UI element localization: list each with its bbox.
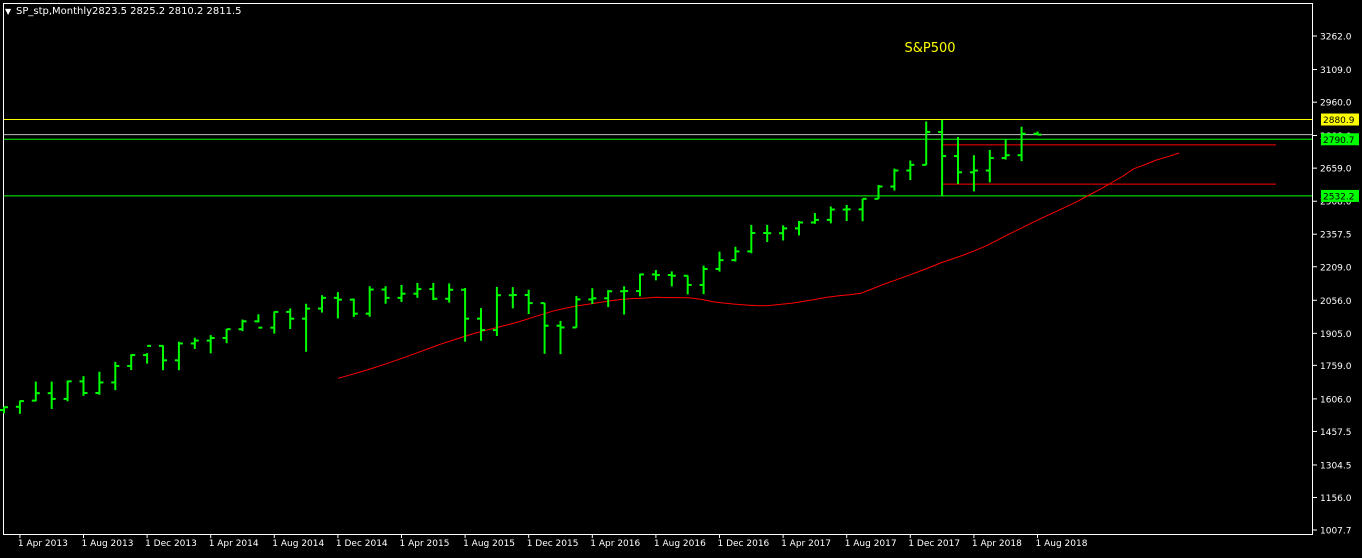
x-tick-label: 1 Apr 2013 [18,539,68,549]
y-tick-label: 2659.0 [1320,165,1352,175]
y-tick-label: 1156.0 [1320,494,1352,504]
x-tick-label: 1 Dec 2016 [718,539,770,549]
x-tick-label: 1 Aug 2015 [463,539,515,549]
x-tick-label: 1 Dec 2015 [527,539,579,549]
x-tick-label: 1 Apr 2015 [400,539,450,549]
x-tick-label: 1 Aug 2014 [272,539,324,549]
x-tick-label: 1 Apr 2018 [972,539,1022,549]
y-tick-label: 2056.0 [1320,297,1352,307]
y-tick-label: 1905.0 [1320,330,1352,340]
x-tick-label: 1 Aug 2016 [654,539,706,549]
y-tick-label: 2960.0 [1320,99,1352,109]
price-level-label: 2532.2 [1323,192,1355,202]
x-tick-label: 1 Apr 2017 [781,539,831,549]
ohlc-chart[interactable]: 3262.03109.02960.02808.02659.02508.02357… [0,0,1362,554]
ohlc-readout: 2823.5 2825.2 2810.2 2811.5 [92,6,242,17]
x-tick-label: 1 Dec 2013 [145,539,197,549]
x-tick-label: 1 Apr 2014 [209,539,259,549]
price-level-label: 2880.9 [1323,116,1355,126]
x-tick-label: 1 Apr 2016 [590,539,640,549]
x-tick-label: 1 Dec 2017 [908,539,960,549]
dropdown-arrow-icon[interactable]: ▼ [5,7,12,16]
y-tick-label: 1606.0 [1320,395,1352,405]
x-tick-label: 1 Dec 2014 [336,539,388,549]
y-tick-label: 1304.5 [1320,461,1352,471]
chart-background [0,0,1362,554]
y-tick-label: 1007.7 [1320,527,1352,537]
x-tick-label: 1 Aug 2013 [82,539,134,549]
chart-window[interactable]: 3262.03109.02960.02808.02659.02508.02357… [0,0,1362,554]
x-tick-label: 1 Aug 2017 [845,539,897,549]
y-tick-label: 3109.0 [1320,66,1352,76]
price-level-label: 2790.7 [1323,136,1355,146]
y-tick-label: 1759.0 [1320,362,1352,372]
y-tick-label: 2209.0 [1320,263,1352,273]
y-tick-label: 2357.5 [1320,231,1352,241]
y-tick-label: 1457.5 [1320,428,1352,438]
symbol-label: SP_stp,Monthly [16,6,92,17]
x-tick-label: 1 Aug 2018 [1036,539,1088,549]
chart-title: S&P500 [904,41,955,56]
y-tick-label: 3262.0 [1320,33,1352,43]
